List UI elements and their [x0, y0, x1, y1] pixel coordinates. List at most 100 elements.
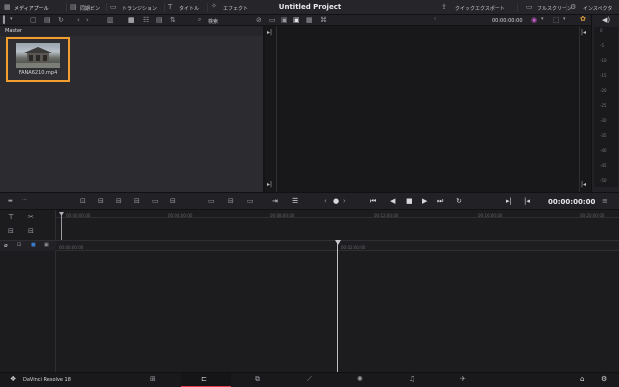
- master-bin-label[interactable]: Master: [5, 28, 22, 34]
- tab-media-pool[interactable]: ▦ メディアプール: [4, 2, 62, 13]
- meter-tick-label: -45: [600, 163, 607, 168]
- insert-icon[interactable]: ⊟: [98, 198, 104, 205]
- track-tool-icon[interactable]: ⊟: [28, 228, 34, 235]
- trim-settings-icon[interactable]: ☰: [292, 198, 298, 205]
- strip-view-icon[interactable]: ▤: [156, 17, 163, 24]
- scissors-icon[interactable]: ✂: [28, 214, 34, 221]
- play-reverse-icon[interactable]: ◀: [390, 198, 395, 205]
- ruler-tick-label: 00:00:00:00: [59, 245, 84, 250]
- audio-meter-panel: ◀) 0 -5 -10 -15 -20 -25 -30 -35 -40 -45 …: [591, 15, 619, 192]
- replace-icon[interactable]: ⊟: [134, 198, 140, 205]
- stop-icon[interactable]: ■: [406, 198, 413, 205]
- page-edit-icon[interactable]: ⧉: [255, 376, 260, 383]
- play-icon[interactable]: ▶: [422, 198, 427, 205]
- color-wheel-icon[interactable]: ✿: [580, 16, 586, 23]
- chevron-left-icon[interactable]: ‹: [77, 17, 80, 24]
- append-icon[interactable]: ▭: [208, 198, 215, 205]
- menu-icon[interactable]: ≡: [602, 198, 608, 205]
- viewer-left-in-icon[interactable]: ▸|: [267, 30, 272, 36]
- jog-left-icon[interactable]: ‹: [324, 198, 327, 205]
- clip-thumbnail[interactable]: FANA6210.mp4: [6, 37, 70, 82]
- source-overwrite-icon[interactable]: ⇥: [272, 198, 278, 205]
- settings-icon[interactable]: ⊘: [256, 17, 262, 24]
- tab-effects[interactable]: ✧ エフェクト: [211, 2, 251, 13]
- overwrite-icon[interactable]: ⊟: [116, 198, 122, 205]
- loop-icon[interactable]: ↻: [456, 198, 462, 205]
- ripple-icon[interactable]: ⊟: [170, 198, 176, 205]
- search-label[interactable]: 検索: [208, 18, 218, 25]
- jog-right-icon[interactable]: ›: [343, 198, 346, 205]
- tab-titles[interactable]: T タイトル: [168, 2, 204, 13]
- dropdown-icon[interactable]: ▾: [10, 17, 13, 22]
- layout-chevron-icon[interactable]: ‹: [434, 17, 436, 22]
- speaker-icon[interactable]: ◀): [602, 17, 610, 24]
- resolve-logo-icon: ❖: [10, 375, 17, 383]
- top-ruler[interactable]: [56, 210, 619, 218]
- go-to-start-icon[interactable]: ⏮: [370, 198, 376, 205]
- tab-inspector[interactable]: ⚙ インスペクタ: [570, 2, 616, 13]
- transport-timecode: 00:00:00:00: [548, 198, 596, 206]
- toolbar-timecode: 00:00:00:00: [492, 18, 523, 24]
- jog-dot-icon[interactable]: ●: [333, 198, 339, 205]
- dual-viewer-icon[interactable]: ▦: [306, 17, 313, 24]
- page-cut-tab[interactable]: ⊏: [181, 373, 231, 387]
- bin-header: Master: [0, 26, 263, 36]
- panel-toggle-icon[interactable]: ▍: [3, 17, 8, 24]
- new-bin-icon[interactable]: ▢: [30, 17, 37, 24]
- flag-dropdown-icon[interactable]: ▾: [541, 17, 544, 22]
- viewer-right-out-icon[interactable]: |◂: [581, 182, 586, 188]
- lock-icon[interactable]: ⊡: [17, 243, 21, 248]
- playhead[interactable]: [337, 241, 338, 372]
- scroll-left-icon[interactable]: ▬: [8, 199, 13, 204]
- single-viewer-icon[interactable]: ▣: [281, 17, 288, 24]
- prev-clip-icon[interactable]: ▸|: [506, 198, 512, 205]
- tab-quick-export[interactable]: ⇪ クイックエクスポート: [441, 2, 513, 13]
- viewer-right-in-icon[interactable]: |◂: [581, 30, 586, 36]
- metadata-icon[interactable]: ▥: [107, 17, 114, 24]
- tool-icon[interactable]: ⌘: [320, 17, 327, 24]
- viewer-mode-icon[interactable]: ▭: [269, 17, 276, 24]
- tool-dropdown-icon[interactable]: ▾: [563, 17, 566, 22]
- sort-icon[interactable]: ↻: [58, 17, 64, 24]
- search-icon[interactable]: ⌕: [198, 17, 201, 23]
- ruler-tick-label: 00:02:00:00: [341, 245, 366, 250]
- edit-tool-icon[interactable]: ⊡: [80, 198, 86, 205]
- place-on-top-icon[interactable]: ▭: [152, 198, 159, 205]
- next-clip-icon[interactable]: |◂: [524, 198, 530, 205]
- marker-flag-icon[interactable]: ◉: [531, 17, 537, 24]
- media-pool-panel: Master FANA6210.mp4: [0, 26, 263, 192]
- meter-tick-label: -20: [600, 88, 607, 93]
- fit-icon[interactable]: ⊟: [228, 198, 234, 205]
- zoom-icon[interactable]: ⬚: [553, 17, 560, 24]
- settings-gear-icon[interactable]: ⚙: [601, 376, 607, 383]
- go-to-end-icon[interactable]: ⏭: [437, 198, 443, 205]
- page-color-icon[interactable]: ✺: [357, 376, 363, 383]
- mini-playhead[interactable]: [61, 212, 62, 240]
- track-color-icon[interactable]: ■: [31, 243, 36, 248]
- page-fusion-icon[interactable]: ⟋: [307, 376, 312, 383]
- sort-order-icon[interactable]: ⇅: [170, 17, 176, 24]
- bin-list-icon[interactable]: ▤: [44, 17, 51, 24]
- page-media-icon[interactable]: ⊞: [150, 376, 156, 383]
- list-view-icon[interactable]: ☷: [143, 17, 149, 24]
- page-fairlight-icon[interactable]: ♫: [409, 376, 415, 383]
- page-deliver-icon[interactable]: ✈: [460, 376, 466, 383]
- clip-view-icon[interactable]: ▣: [44, 243, 49, 248]
- cinema-viewer-icon[interactable]: ▣: [293, 17, 300, 24]
- home-icon[interactable]: ⌂: [580, 376, 584, 383]
- fullscreen-icon: ▭: [526, 3, 533, 11]
- track-controls-row: ⌀ ⊡ ■ ▣: [0, 241, 56, 251]
- viewer-left-out-icon[interactable]: ▸|: [267, 182, 272, 188]
- tab-sync-bin[interactable]: ▤ 同期ビン: [70, 2, 102, 13]
- track-tool-icon[interactable]: ⊟: [8, 228, 14, 235]
- thumbnail-view-icon[interactable]: ▦: [128, 17, 135, 24]
- chevron-right-icon[interactable]: ›: [86, 17, 89, 24]
- timeline-tool-icon[interactable]: ⋯: [22, 198, 27, 203]
- ruler-tick-label: 00:04:00:00: [168, 213, 193, 218]
- close-up-icon[interactable]: ▭: [247, 198, 254, 205]
- razor-tool-icon[interactable]: ⊤: [8, 214, 14, 221]
- link-icon[interactable]: ⌀: [4, 243, 8, 249]
- tab-transitions[interactable]: ▭ トランジション: [110, 2, 160, 13]
- building-illustration: [16, 47, 60, 68]
- tab-fullscreen[interactable]: ▭ フルスクリーン: [526, 2, 572, 13]
